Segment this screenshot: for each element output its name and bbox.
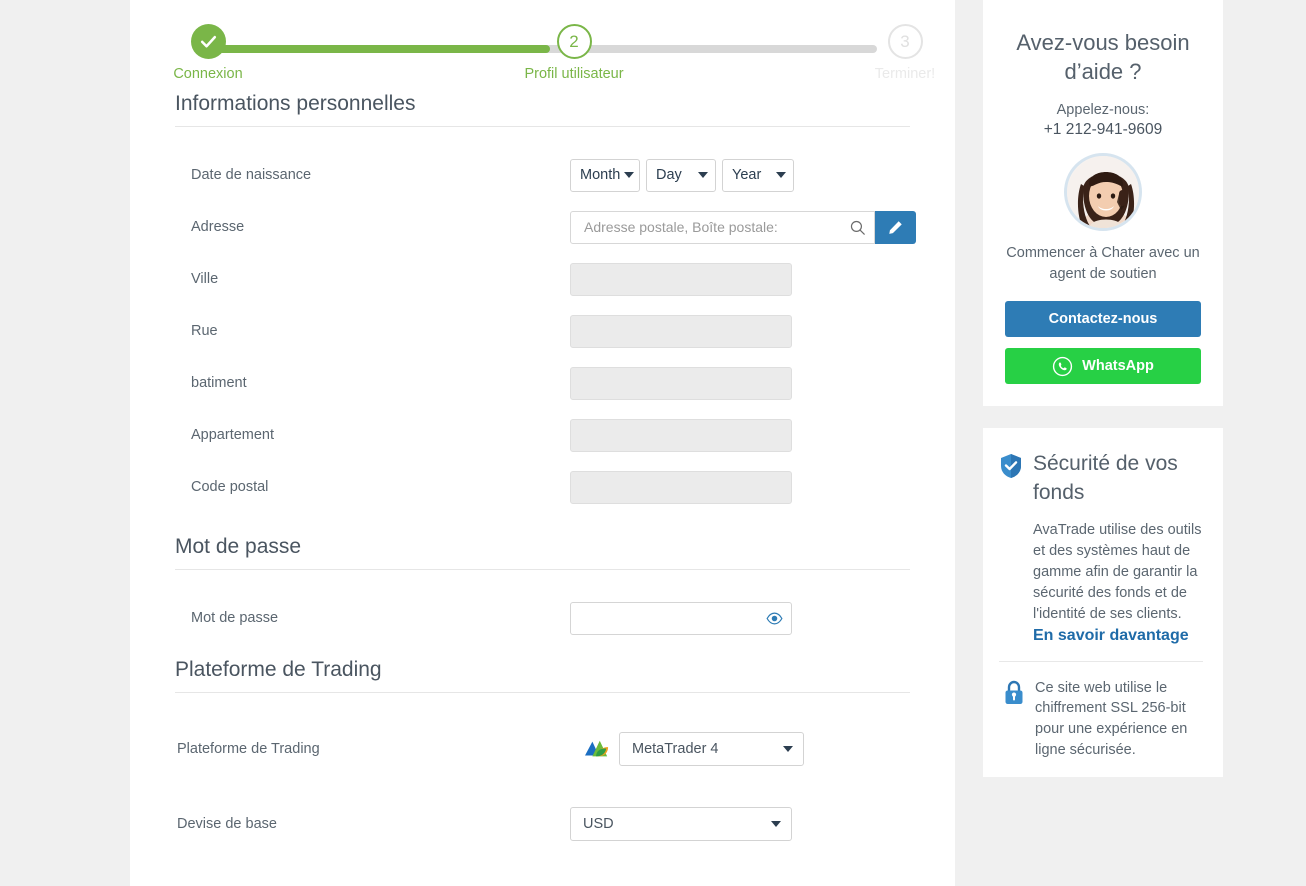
stepper-step-connexion[interactable]: Connexion — [133, 24, 283, 82]
section-title-password: Mot de passe — [175, 535, 910, 570]
chevron-down-icon — [771, 821, 781, 827]
address-search-box[interactable] — [570, 210, 875, 244]
step-1-circle — [190, 24, 226, 59]
shield-check-icon — [1001, 454, 1021, 479]
password-box[interactable] — [570, 601, 792, 635]
chevron-down-icon — [776, 172, 786, 178]
ssl-row: Ce site web utilise le chiffrement SSL 2… — [999, 660, 1203, 762]
support-agent-avatar — [1064, 153, 1142, 232]
label-street: Rue — [191, 323, 218, 339]
section-title-personal: Informations personnelles — [175, 92, 910, 127]
stepper-step-terminer[interactable]: 3 Terminer! — [830, 24, 980, 82]
stepper-step-profil[interactable]: 2 Profil utilisateur — [499, 24, 649, 82]
zip-input[interactable] — [570, 470, 792, 504]
whatsapp-button[interactable]: WhatsApp — [1005, 348, 1201, 385]
dob-year-value: Year — [732, 167, 762, 183]
field-row-address: Adresse — [175, 201, 916, 253]
search-icon — [850, 220, 865, 235]
building-input[interactable] — [570, 366, 792, 400]
step-1-label: Connexion — [173, 66, 243, 82]
registration-page: Connexion 2 Profil utilisateur 3 Termine… — [0, 0, 1306, 886]
label-zip: Code postal — [191, 479, 269, 495]
whatsapp-icon — [1053, 356, 1073, 376]
agent-photo — [1067, 156, 1139, 229]
label-apartment: Appartement — [191, 427, 275, 443]
field-row-building: batiment — [175, 357, 910, 409]
dob-month-value: Month — [580, 167, 621, 183]
field-row-city: Ville — [175, 253, 910, 305]
password-input[interactable] — [581, 609, 766, 627]
help-panel: Avez-vous besoin d’aide ? Appelez-nous: … — [983, 0, 1223, 407]
step-2-circle: 2 — [556, 24, 592, 59]
help-title: Avez-vous besoin d’aide ? — [1016, 30, 1190, 85]
label-currency: Devise de base — [177, 816, 277, 832]
platform-fields: Plateforme de Trading MetaTrader 4 Devis… — [175, 723, 910, 850]
lock-icon — [1005, 680, 1023, 704]
label-dob: Date de naissance — [191, 167, 312, 183]
step-2-label: Profil utilisateur — [524, 66, 624, 82]
step-3-label: Terminer! — [874, 66, 936, 82]
label-city: Ville — [191, 271, 219, 287]
pencil-icon — [889, 220, 902, 234]
left-gutter — [0, 0, 130, 886]
trading-platform-select[interactable]: MetaTrader 4 — [619, 732, 804, 766]
dob-month-select[interactable]: Month — [570, 158, 640, 192]
chevron-down-icon — [624, 172, 635, 178]
trading-platform-value: MetaTrader 4 — [632, 741, 719, 757]
learn-more-link[interactable]: En savoir davantage — [1033, 627, 1203, 645]
security-body: AvaTrade utilise des outils et des systè… — [1033, 522, 1202, 622]
street-input[interactable] — [570, 314, 792, 348]
personal-fields: Date de naissance Month Day Year Adresse… — [175, 149, 916, 513]
field-row-currency: Devise de base USD — [175, 798, 910, 850]
chevron-down-icon — [783, 746, 793, 752]
password-fields: Mot de passe — [175, 592, 910, 644]
field-row-apartment: Appartement — [175, 409, 910, 461]
security-panel: Sécurité de vos fonds AvaTrade utilise d… — [983, 428, 1223, 778]
help-chat-text: Commencer à Chater avec un agent de sout… — [1006, 245, 1200, 282]
column-gap — [955, 0, 983, 886]
step-3-circle: 3 — [887, 24, 923, 59]
section-title-platform: Plateforme de Trading — [175, 658, 910, 693]
contact-us-label: Contactez-nous — [1048, 311, 1158, 328]
dob-year-select[interactable]: Year — [722, 158, 794, 192]
main-form-card: Connexion 2 Profil utilisateur 3 Termine… — [130, 0, 955, 886]
dob-day-select[interactable]: Day — [646, 158, 716, 192]
city-input[interactable] — [570, 262, 792, 296]
field-row-password: Mot de passe — [175, 592, 910, 644]
help-call-label: Appelez-nous: — [1056, 102, 1150, 119]
security-title: Sécurité de vos fonds — [1033, 452, 1178, 505]
chevron-down-icon — [698, 172, 708, 178]
whatsapp-label: WhatsApp — [1082, 358, 1154, 375]
field-row-street: Rue — [175, 305, 910, 357]
label-building: batiment — [191, 375, 247, 391]
label-password: Mot de passe — [191, 610, 279, 626]
address-input[interactable] — [582, 218, 849, 236]
progress-stepper: Connexion 2 Profil utilisateur 3 Termine… — [173, 24, 935, 92]
field-row-zip: Code postal — [175, 461, 910, 513]
field-row-dob: Date de naissance Month Day Year — [175, 149, 910, 201]
dob-day-value: Day — [656, 167, 682, 183]
base-currency-value: USD — [583, 816, 614, 832]
eye-icon[interactable] — [766, 609, 783, 628]
right-sidebar: Avez-vous besoin d’aide ? Appelez-nous: … — [983, 0, 1223, 886]
apartment-input[interactable] — [570, 418, 792, 452]
metatrader-icon — [585, 740, 609, 757]
address-edit-button[interactable] — [875, 210, 916, 244]
field-row-platform: Plateforme de Trading MetaTrader 4 — [175, 723, 910, 775]
help-phone-number: +1 212-941-9609 — [1043, 121, 1163, 139]
contact-us-button[interactable]: Contactez-nous — [1005, 301, 1201, 338]
ssl-text: Ce site web utilise le chiffrement SSL 2… — [1035, 679, 1188, 759]
check-icon — [200, 35, 216, 48]
label-platform: Plateforme de Trading — [177, 741, 320, 757]
base-currency-select[interactable]: USD — [570, 807, 792, 841]
label-address: Adresse — [191, 219, 245, 235]
